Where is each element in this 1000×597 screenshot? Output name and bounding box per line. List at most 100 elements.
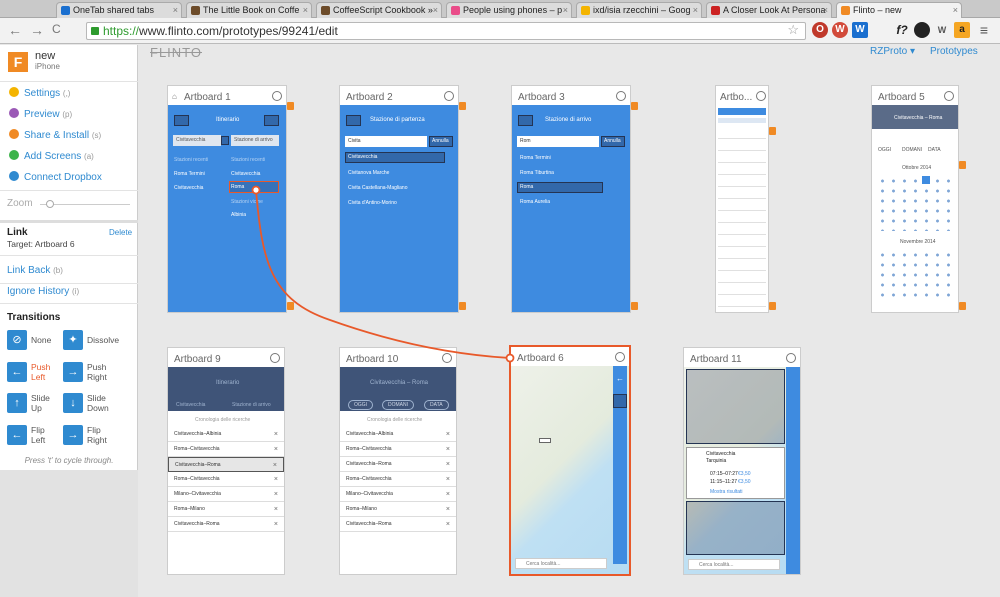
link-back-button[interactable]: Link Back (b) (7, 265, 63, 276)
list-item[interactable]: Civitavecchia–Roma × (340, 457, 456, 472)
ignore-history-button[interactable]: Ignore History (i) (7, 286, 79, 297)
menu-icon[interactable]: ≡ (976, 22, 992, 38)
browser-tab[interactable]: The Little Book on Coffe × (186, 2, 312, 18)
list-item[interactable]: Roma–Civitavecchia × (168, 472, 284, 487)
close-icon[interactable]: × (173, 3, 178, 17)
search-input[interactable]: Cerca località... (688, 559, 780, 570)
close-icon[interactable]: × (433, 3, 438, 17)
artboard-3[interactable]: Artboard 3 Stazione di arrivo Rom Annull… (511, 85, 631, 313)
artboard-handle[interactable] (769, 302, 776, 310)
browser-tab[interactable]: OneTab shared tabs × (56, 2, 182, 18)
artboard-handle[interactable] (631, 302, 638, 310)
extension-icon[interactable]: O (812, 22, 828, 38)
back-icon[interactable]: ← (8, 22, 22, 38)
transition-slide-down-label[interactable]: Slide Down (87, 393, 115, 413)
list-item-selected[interactable]: Civitavecchia–Roma × (168, 457, 284, 472)
list-item[interactable]: Roma–Milano × (340, 502, 456, 517)
artboard-10[interactable]: Artboard 10 Civitavecchia – Roma OGGI DO… (339, 347, 457, 575)
artboard-handle[interactable] (959, 302, 966, 310)
artboard-handle[interactable] (287, 102, 294, 110)
prototypes-link[interactable]: Prototypes (930, 46, 978, 57)
account-dropdown[interactable]: RZProto ▾ (870, 46, 915, 57)
calendar-today[interactable] (922, 176, 930, 184)
extension-icon[interactable]: a (954, 22, 970, 38)
browser-tab[interactable]: People using phones – p × (446, 2, 572, 18)
close-icon[interactable]: × (303, 3, 308, 17)
transition-push-left-icon[interactable]: ← (7, 362, 27, 382)
list-item[interactable]: Civitavecchia–Roma × (340, 517, 456, 532)
browser-tab[interactable]: A Closer Look At Persona × (706, 2, 832, 18)
hotspot[interactable] (174, 115, 189, 126)
transition-push-left-label[interactable]: Push Left (31, 362, 59, 382)
transition-push-right-icon[interactable]: → (63, 362, 83, 382)
map-screen[interactable]: Civitavecchia Tarquinia 07:15–07:27 €3,5… (684, 367, 800, 574)
share-install-menu-item[interactable]: Share & Install (s) (9, 129, 101, 141)
browser-tab[interactable]: ixd/isia rzecchini – Goog × (576, 2, 702, 18)
transition-flip-right-icon[interactable]: → (63, 425, 83, 445)
hotspot[interactable] (613, 394, 627, 408)
connect-dropbox-menu-item[interactable]: Connect Dropbox (9, 171, 102, 183)
artboard-handle[interactable] (287, 302, 294, 310)
transition-slide-up-icon[interactable]: ↑ (7, 393, 27, 413)
close-icon[interactable]: × (563, 3, 568, 17)
clock-icon[interactable] (615, 352, 625, 362)
extension-icon[interactable]: W (832, 22, 848, 38)
hotspot[interactable] (518, 115, 533, 126)
extension-icon[interactable]: W (852, 22, 868, 38)
clock-icon[interactable] (270, 353, 280, 363)
artboard-9[interactable]: Artboard 9 Itinerario Civitavecchia Staz… (167, 347, 285, 575)
extension-icon[interactable] (914, 22, 930, 38)
list-item[interactable]: Roma–Civitavecchia × (168, 442, 284, 457)
artboard-2[interactable]: Artboard 2 Stazione di partenza Civita A… (339, 85, 459, 313)
zoom-slider-handle[interactable] (46, 200, 54, 208)
forward-icon[interactable]: → (30, 22, 44, 38)
list-item[interactable]: Milano–Civitavecchia × (168, 487, 284, 502)
clock-icon[interactable] (786, 353, 796, 363)
search-input[interactable]: Cerca località... (515, 558, 607, 569)
transition-flip-left-icon[interactable]: ← (7, 425, 27, 445)
artboard-handle[interactable] (459, 302, 466, 310)
artboard-handle[interactable] (959, 161, 966, 169)
list-item[interactable]: Civitavecchia–Albinia × (168, 427, 284, 442)
browser-tab[interactable]: CoffeeScript Cookbook » × (316, 2, 442, 18)
project-header[interactable]: F new iPhone (0, 45, 138, 82)
artboard-5[interactable]: Artboard 5 Civitavecchia – Roma OGGI DOM… (871, 85, 959, 313)
artboard-4[interactable]: Artbo... (715, 85, 769, 313)
clock-icon[interactable] (616, 91, 626, 101)
list-item[interactable]: Roma–Milano × (168, 502, 284, 517)
close-icon[interactable]: × (823, 3, 828, 17)
artboard-6[interactable]: Artboard 6 ← Cerca località... (509, 345, 631, 576)
list-item[interactable]: Roma–Civitavecchia × (340, 472, 456, 487)
add-screens-menu-item[interactable]: Add Screens (a) (9, 150, 94, 162)
artboard-handle[interactable] (631, 102, 638, 110)
map-screen[interactable]: ← Cerca località... (511, 366, 629, 574)
address-bar[interactable]: https://www.flinto.com/prototypes/99241/… (86, 22, 806, 40)
artboard-handle[interactable] (769, 127, 776, 135)
transition-none-label[interactable]: None (31, 335, 51, 345)
map-hotspot[interactable] (686, 369, 785, 444)
list-item[interactable]: Milano–Civitavecchia × (340, 487, 456, 502)
clock-icon[interactable] (756, 91, 766, 101)
artboard-1[interactable]: ⌂ Artboard 1 Itinerario Civitavecchia St… (167, 85, 287, 313)
delete-link-button[interactable]: Delete (109, 228, 132, 237)
list-item[interactable]: Civitavecchia–Albinia × (340, 427, 456, 442)
clock-icon[interactable] (444, 91, 454, 101)
clock-icon[interactable] (442, 353, 452, 363)
list-item[interactable]: Civitavecchia–Roma × (168, 517, 284, 532)
reload-icon[interactable]: C (52, 22, 61, 36)
transition-none-icon[interactable]: ⊘ (7, 330, 27, 350)
clock-icon[interactable] (272, 91, 282, 101)
transition-flip-right-label[interactable]: Flip Right (87, 425, 115, 445)
extension-icon[interactable]: W (934, 22, 950, 38)
hotspot[interactable] (346, 115, 361, 126)
artboard-11[interactable]: Artboard 11 Civitavecchia Tarquinia 07:1… (683, 347, 801, 575)
transition-slide-down-icon[interactable]: ↓ (63, 393, 83, 413)
star-icon[interactable]: ☆ (787, 22, 799, 38)
close-icon[interactable]: × (693, 3, 698, 17)
map-hotspot[interactable] (686, 501, 785, 555)
transition-flip-left-label[interactable]: Flip Left (31, 425, 59, 445)
clock-icon[interactable] (944, 91, 954, 101)
list-item[interactable]: Roma–Civitavecchia × (340, 442, 456, 457)
browser-tab-active[interactable]: Flinto – new × (836, 2, 962, 18)
map-marker[interactable] (539, 438, 551, 443)
